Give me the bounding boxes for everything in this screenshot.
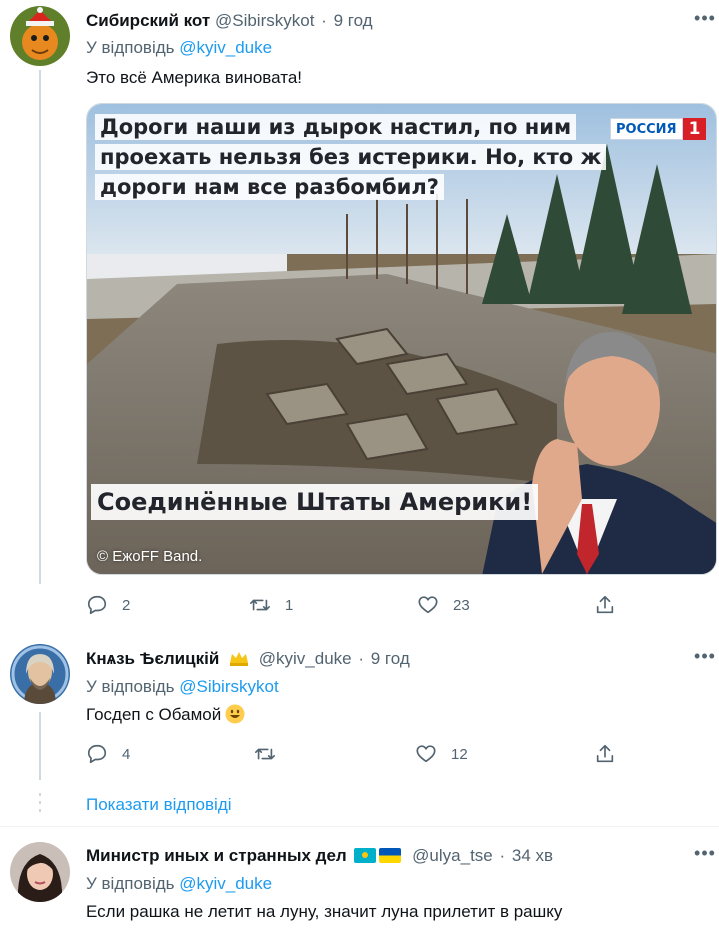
more-icon[interactable]: ••• — [693, 9, 717, 31]
like-button[interactable]: 23 — [417, 593, 470, 617]
reply-context: У відповідь @kyiv_duke — [86, 37, 272, 59]
reply-count: 2 — [122, 596, 131, 614]
reply-mention[interactable]: @kyiv_duke — [179, 874, 272, 893]
user-handle[interactable]: @Sibirskykot — [215, 11, 314, 30]
show-replies-link[interactable]: Показати відповіді — [86, 794, 232, 816]
separator-dot: · — [499, 846, 506, 865]
smile-emoji-icon — [225, 704, 245, 724]
like-icon — [418, 596, 438, 614]
share-icon — [596, 595, 614, 614]
thread-dots — [39, 793, 41, 815]
crown-icon — [230, 652, 249, 666]
display-name[interactable]: Министр иных и странных дел — [86, 846, 347, 865]
reply-icon — [87, 595, 107, 615]
user-handle[interactable]: @kyiv_duke — [259, 649, 352, 668]
retweet-icon — [255, 748, 275, 760]
like-button[interactable]: 12 — [415, 742, 468, 766]
reply-button[interactable]: 4 — [86, 742, 130, 766]
like-icon — [416, 745, 436, 763]
tweet-actions: 4 12 — [86, 742, 626, 766]
tweet-image[interactable]: Дороги наши из дырок настил, по ним прое… — [86, 103, 717, 575]
reply-prefix: У відповідь — [86, 677, 175, 696]
separator-dot: · — [321, 11, 327, 30]
separator-dot: · — [358, 649, 365, 668]
avatar[interactable] — [10, 644, 70, 704]
tweet-header: Сибирский кот @Sibirskykot · 9 год — [86, 10, 373, 32]
reply-context: У відповідь @Sibirskykot — [86, 676, 279, 698]
avatar[interactable] — [10, 842, 70, 902]
tweet-actions: 2 1 23 — [86, 593, 626, 617]
retweet-button[interactable] — [254, 742, 276, 766]
reply-mention[interactable]: @kyiv_duke — [179, 38, 272, 57]
timestamp[interactable]: 9 год — [334, 11, 373, 30]
reply-prefix: У відповідь — [86, 38, 175, 57]
share-icon — [596, 744, 614, 763]
tweet-header: Кнѧзь Ѣєлицкій @kyiv_duke · 9 год — [86, 648, 410, 670]
reply-count: 4 — [122, 745, 131, 763]
more-icon[interactable]: ••• — [693, 647, 717, 669]
share-button[interactable] — [594, 742, 616, 766]
tweet-text: Это всё Америка виновата! — [86, 68, 302, 87]
more-icon[interactable]: ••• — [693, 844, 717, 866]
retweet-icon — [250, 599, 270, 611]
reply-context: У відповідь @kyiv_duke — [86, 873, 272, 895]
tweet-header: Министр иных и странных дел @ulya_tse · … — [86, 845, 553, 867]
ukraine-flag-icon — [379, 848, 402, 863]
share-button[interactable] — [594, 593, 616, 617]
reply-mention[interactable]: @Sibirskykot — [179, 677, 278, 696]
display-name[interactable]: Сибирский кот — [86, 11, 210, 30]
tweet-text: Если рашка не летит на луну, значит луна… — [86, 902, 563, 921]
channel-logo: РОССИЯ 1 — [610, 118, 707, 140]
thread-line — [39, 712, 41, 780]
display-name[interactable]: Кнѧзь Ѣєлицкій — [86, 649, 219, 668]
like-count: 23 — [453, 596, 470, 614]
retweet-button[interactable]: 1 — [249, 593, 293, 617]
timestamp[interactable]: 9 год — [371, 649, 410, 668]
retweet-count: 1 — [285, 596, 294, 614]
image-caption-top: Дороги наши из дырок настил, по ним прое… — [95, 112, 615, 202]
tweet-text: Госдеп с Обамой — [86, 704, 245, 726]
reply-icon — [87, 744, 107, 764]
thread-line — [39, 70, 41, 584]
image-watermark: © ЕжоFF Band. — [97, 548, 203, 565]
timestamp[interactable]: 34 хв — [512, 846, 553, 865]
image-caption-bottom: Соединённые Штаты Америки! — [91, 484, 539, 520]
like-count: 12 — [451, 745, 468, 763]
reply-prefix: У відповідь — [86, 874, 175, 893]
user-handle[interactable]: @ulya_tse — [412, 846, 493, 865]
avatar[interactable] — [10, 6, 70, 66]
reply-button[interactable]: 2 — [86, 593, 130, 617]
divider — [0, 826, 719, 827]
kazakhstan-flag-icon — [354, 848, 377, 863]
